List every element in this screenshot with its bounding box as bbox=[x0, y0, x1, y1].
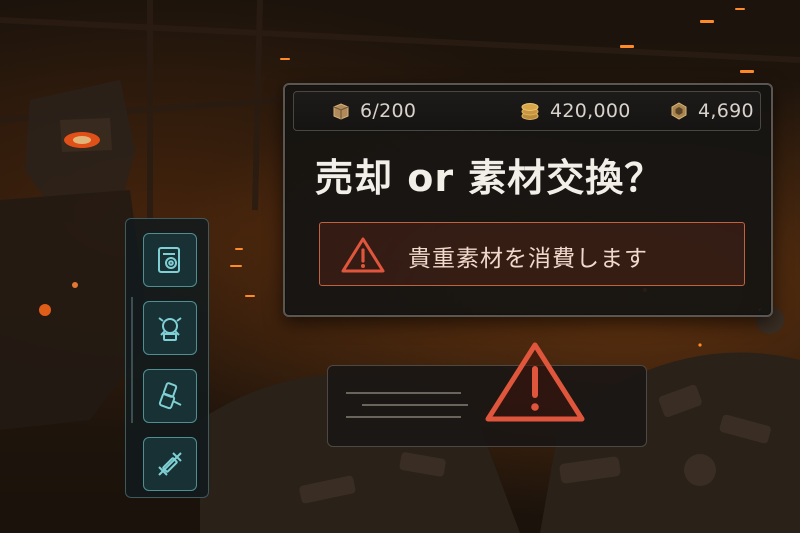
sidebar-item-weapon-part[interactable] bbox=[143, 437, 197, 491]
panel-line bbox=[346, 392, 461, 394]
armor-part-icon bbox=[158, 382, 182, 410]
weapon-part-icon bbox=[158, 452, 182, 476]
resource-bar: 6/200 420,000 4,690 bbox=[293, 91, 761, 131]
sidebar-item-armor-part[interactable] bbox=[143, 369, 197, 423]
warning-banner: 貴重素材を消費します bbox=[319, 222, 745, 286]
large-warning-icon bbox=[485, 342, 585, 422]
document-gear-icon bbox=[158, 247, 180, 273]
dialog-title: 売却 or 素材交換？ bbox=[315, 156, 664, 200]
coin-counter: 420,000 bbox=[520, 100, 631, 122]
warning-text: 貴重素材を消費します bbox=[408, 246, 648, 272]
sidebar-scrollbar[interactable] bbox=[131, 297, 133, 423]
material-value: 4,690 bbox=[698, 100, 754, 122]
mech-part-icon bbox=[158, 317, 182, 341]
material-counter: 4,690 bbox=[670, 100, 754, 122]
box-icon bbox=[333, 103, 349, 120]
panel-line bbox=[346, 416, 461, 418]
hex-material-icon bbox=[671, 102, 687, 120]
panel-line bbox=[362, 404, 468, 406]
inventory-counter: 6/200 bbox=[332, 100, 416, 122]
sell-or-exchange-dialog: 6/200 420,000 4,690 売却 or 素材交換？ 貴重素材を消費し… bbox=[283, 83, 773, 317]
sidebar-item-mech-part[interactable] bbox=[143, 301, 197, 355]
sidebar bbox=[125, 218, 209, 498]
warning-icon bbox=[341, 237, 385, 273]
coin-value: 420,000 bbox=[550, 100, 631, 122]
inventory-value: 6/200 bbox=[360, 100, 417, 122]
coin-stack-icon bbox=[521, 103, 539, 120]
sidebar-item-document-gear[interactable] bbox=[143, 233, 197, 287]
